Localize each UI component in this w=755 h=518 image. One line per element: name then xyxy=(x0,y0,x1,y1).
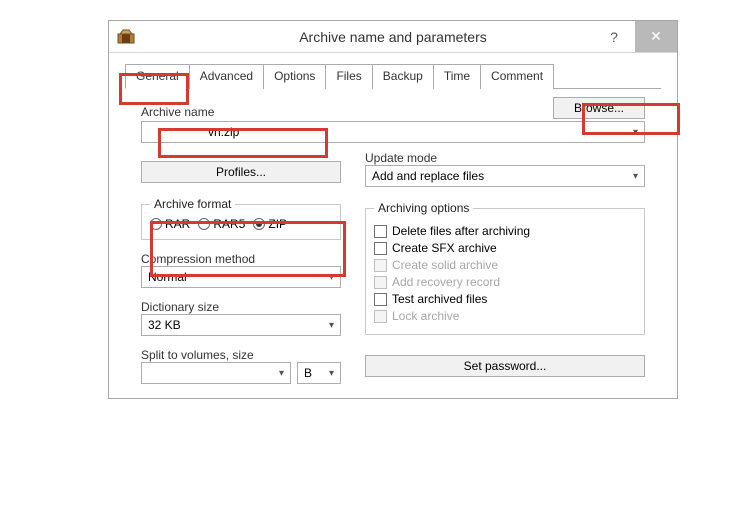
radio-icon xyxy=(150,218,162,230)
titlebar: Archive name and parameters ? ✕ xyxy=(109,21,677,53)
checkbox-icon xyxy=(374,259,387,272)
chevron-down-icon: ▾ xyxy=(329,320,334,331)
dictionary-size-label: Dictionary size xyxy=(141,300,341,314)
tab-comment[interactable]: Comment xyxy=(480,64,554,89)
check-delete-after[interactable]: Delete files after archiving xyxy=(374,224,636,238)
archiving-options-legend: Archiving options xyxy=(374,201,473,215)
check-solid: Create solid archive xyxy=(374,258,636,272)
compression-method-label: Compression method xyxy=(141,252,341,266)
dialog-title: Archive name and parameters xyxy=(109,29,677,45)
tab-advanced[interactable]: Advanced xyxy=(189,64,264,89)
dictionary-size-combo[interactable]: 32 KB ▾ xyxy=(141,314,341,336)
chevron-down-icon: ▾ xyxy=(633,171,638,182)
profiles-button[interactable]: Profiles... xyxy=(141,161,341,183)
split-volumes-unit[interactable]: B ▾ xyxy=(297,362,341,384)
tab-general[interactable]: General xyxy=(125,64,190,89)
radio-zip[interactable]: ZIP xyxy=(253,217,287,231)
radio-icon xyxy=(253,218,265,230)
chevron-down-icon: ▾ xyxy=(279,368,284,379)
archive-format-group: Archive format RAR RAR5 ZIP xyxy=(141,197,341,240)
browse-button[interactable]: Browse... xyxy=(553,97,645,119)
archive-format-legend: Archive format xyxy=(150,197,235,211)
compression-method-combo[interactable]: Normal ▾ xyxy=(141,266,341,288)
checkbox-icon xyxy=(374,276,387,289)
chevron-down-icon: ▾ xyxy=(329,272,334,283)
checkbox-icon xyxy=(374,242,387,255)
archiving-options-group: Archiving options Delete files after arc… xyxy=(365,201,645,335)
set-password-button[interactable]: Set password... xyxy=(365,355,645,377)
tab-options[interactable]: Options xyxy=(263,64,326,89)
radio-icon xyxy=(198,218,210,230)
close-button[interactable]: ✕ xyxy=(635,21,677,52)
check-recovery: Add recovery record xyxy=(374,275,636,289)
tab-files[interactable]: Files xyxy=(325,64,372,89)
update-mode-label: Update mode xyxy=(365,151,645,165)
radio-rar5[interactable]: RAR5 xyxy=(198,217,245,231)
update-mode-combo[interactable]: Add and replace files ▾ xyxy=(365,165,645,187)
split-volumes-label: Split to volumes, size xyxy=(141,348,341,362)
check-lock: Lock archive xyxy=(374,309,636,323)
tab-strip: General Advanced Options Files Backup Ti… xyxy=(125,63,661,89)
archive-name-value: vn.zip xyxy=(148,125,239,139)
radio-rar[interactable]: RAR xyxy=(150,217,190,231)
archive-name-combo[interactable]: vn.zip ▾ xyxy=(141,121,645,143)
tab-backup[interactable]: Backup xyxy=(372,64,434,89)
chevron-down-icon: ▾ xyxy=(633,127,638,138)
check-sfx[interactable]: Create SFX archive xyxy=(374,241,636,255)
archive-name-label: Archive name xyxy=(141,105,214,119)
chevron-down-icon: ▾ xyxy=(329,368,334,379)
checkbox-icon xyxy=(374,293,387,306)
dialog-window: Archive name and parameters ? ✕ General … xyxy=(108,20,678,399)
check-test[interactable]: Test archived files xyxy=(374,292,636,306)
help-button[interactable]: ? xyxy=(593,21,635,52)
checkbox-icon xyxy=(374,310,387,323)
split-volumes-combo[interactable]: ▾ xyxy=(141,362,291,384)
client-area: General Advanced Options Files Backup Ti… xyxy=(109,53,677,398)
checkbox-icon xyxy=(374,225,387,238)
tab-time[interactable]: Time xyxy=(433,64,481,89)
